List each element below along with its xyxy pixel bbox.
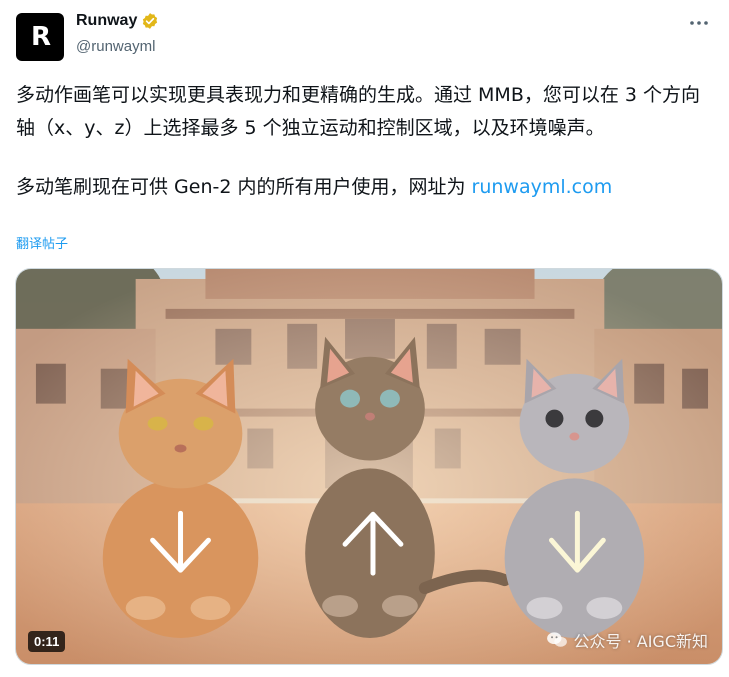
tweet-paragraph-2-text: 多动笔刷现在可供 Gen-2 内的所有用户使用，网址为 [16,176,472,198]
tweet-paragraph-1: 多动作画笔可以实现更具表现力和更精确的生成。通过 MMB，您可以在 3 个方向轴… [16,84,701,139]
display-name[interactable]: Runway [76,12,137,30]
video-player[interactable]: 0:11 公众号 · AIGC新知 [15,268,723,665]
author-handle[interactable]: @runwayml [76,38,155,55]
runway-link[interactable]: runwayml.com [472,176,613,198]
watermark-text: 公众号 · AIGC新知 [573,632,709,651]
video-frame-cats-image [16,269,722,664]
video-duration-badge: 0:11 [28,631,66,652]
runway-logo-icon: R [30,22,51,52]
tweet-text: 多动作画笔可以实现更具表现力和更精确的生成。通过 MMB，您可以在 3 个方向轴… [16,79,716,204]
verified-badge-icon [143,13,158,29]
tweet-paragraph-2: 多动笔刷现在可供 Gen-2 内的所有用户使用，网址为 runwayml.com [16,171,716,204]
author-name-row: Runway [76,12,159,30]
more-options-button[interactable] [685,12,713,34]
translate-post-link[interactable]: 翻译帖子 [16,233,68,252]
avatar[interactable]: R [16,13,64,61]
watermark: 公众号 · AIGC新知 [546,628,709,652]
more-dots-icon [690,21,708,25]
wechat-icon [546,632,567,647]
